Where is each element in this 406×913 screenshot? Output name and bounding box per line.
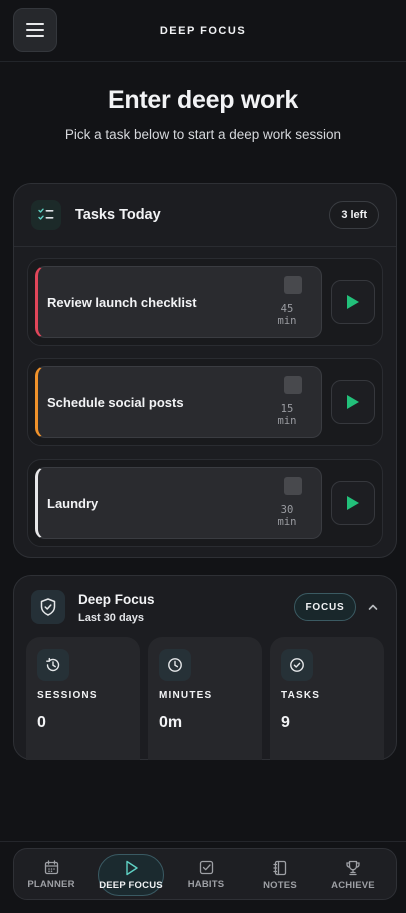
nav-item-deep-focus[interactable]: DEEP FOCUS	[98, 854, 164, 896]
tasks-card-title: Tasks Today	[75, 207, 161, 223]
task-duration: 45 min	[277, 303, 297, 327]
stat-label: SESSIONS	[37, 690, 98, 701]
page-title: Enter deep work	[108, 86, 298, 114]
start-session-button[interactable]	[331, 280, 375, 324]
nav-label: DEEP FOCUS	[99, 879, 163, 891]
play-icon	[347, 496, 359, 510]
task-checkbox[interactable]	[284, 477, 302, 495]
task-card[interactable]: Schedule social posts 15 min	[35, 366, 322, 438]
start-session-button[interactable]	[331, 481, 375, 525]
chevron-up-icon[interactable]	[366, 600, 380, 614]
play-icon	[347, 295, 359, 309]
task-row: Schedule social posts 15 min	[27, 358, 383, 446]
calendar-icon	[44, 860, 58, 875]
checklist-icon	[31, 200, 61, 230]
hamburger-icon	[26, 23, 44, 37]
tasks-remaining-badge: 3 left	[329, 201, 379, 229]
task-name: Review launch checklist	[47, 295, 197, 310]
nav-divider	[0, 841, 406, 842]
stat-minutes: MINUTES 0m	[148, 637, 262, 760]
task-checkbox[interactable]	[284, 276, 302, 294]
check-square-icon	[199, 860, 213, 875]
nav-label: ACHIEVE	[331, 879, 375, 891]
task-duration: 15 min	[277, 403, 297, 427]
app-title: DEEP FOCUS	[159, 24, 247, 37]
stat-value: 0	[37, 714, 46, 731]
play-icon	[347, 395, 359, 409]
nav-item-achieve[interactable]: ACHIEVE	[321, 854, 385, 896]
stat-value: 9	[281, 714, 290, 731]
task-card[interactable]: Laundry 30 min	[35, 467, 322, 539]
task-name: Schedule social posts	[47, 395, 184, 410]
nav-label: NOTES	[263, 879, 297, 891]
stat-label: MINUTES	[159, 690, 213, 701]
task-duration: 30 min	[277, 504, 297, 528]
page-subtitle: Pick a task below to start a deep work s…	[64, 127, 342, 142]
menu-button[interactable]	[13, 8, 57, 52]
play-outline-icon	[125, 860, 138, 875]
top-bar: DEEP FOCUS	[0, 0, 406, 62]
nav-label: PLANNER	[27, 879, 75, 890]
task-row: Review launch checklist 45 min	[27, 258, 383, 346]
task-row: Laundry 30 min	[27, 459, 383, 547]
deep-focus-title: Deep Focus	[78, 592, 155, 607]
stat-label: TASKS	[281, 690, 321, 701]
nav-item-planner[interactable]: PLANNER	[19, 854, 83, 896]
task-name: Laundry	[47, 496, 99, 511]
bottom-nav: PLANNER DEEP FOCUS HABITS NOTES ACHIEVE	[13, 848, 397, 900]
tasks-card: Tasks Today 3 left Review launch checkli…	[13, 183, 397, 558]
tasks-card-header: Tasks Today 3 left	[14, 184, 396, 246]
check-circle-icon	[281, 649, 313, 681]
history-icon	[37, 649, 69, 681]
deep-focus-subtitle: Last 30 days	[78, 612, 145, 624]
deep-focus-header: Deep Focus Last 30 days FOCUS	[14, 576, 396, 638]
stat-value: 0m	[159, 714, 183, 731]
divider	[14, 246, 396, 247]
nav-item-habits[interactable]: HABITS	[174, 854, 238, 896]
task-card[interactable]: Review launch checklist 45 min	[35, 266, 322, 338]
start-session-button[interactable]	[331, 380, 375, 424]
stat-tasks: TASKS 9	[270, 637, 384, 760]
nav-item-notes[interactable]: NOTES	[248, 854, 312, 896]
clock-icon	[159, 649, 191, 681]
stat-sessions: SESSIONS 0	[26, 637, 140, 760]
shield-check-icon	[31, 590, 65, 624]
task-checkbox[interactable]	[284, 376, 302, 394]
notebook-icon	[272, 860, 286, 875]
trophy-icon	[346, 860, 360, 875]
hero: Enter deep work Pick a task below to sta…	[0, 62, 406, 142]
nav-label: HABITS	[187, 879, 225, 890]
focus-badge[interactable]: FOCUS	[294, 593, 356, 621]
deep-focus-card: Deep Focus Last 30 days FOCUS SESSIONS 0…	[13, 575, 397, 760]
